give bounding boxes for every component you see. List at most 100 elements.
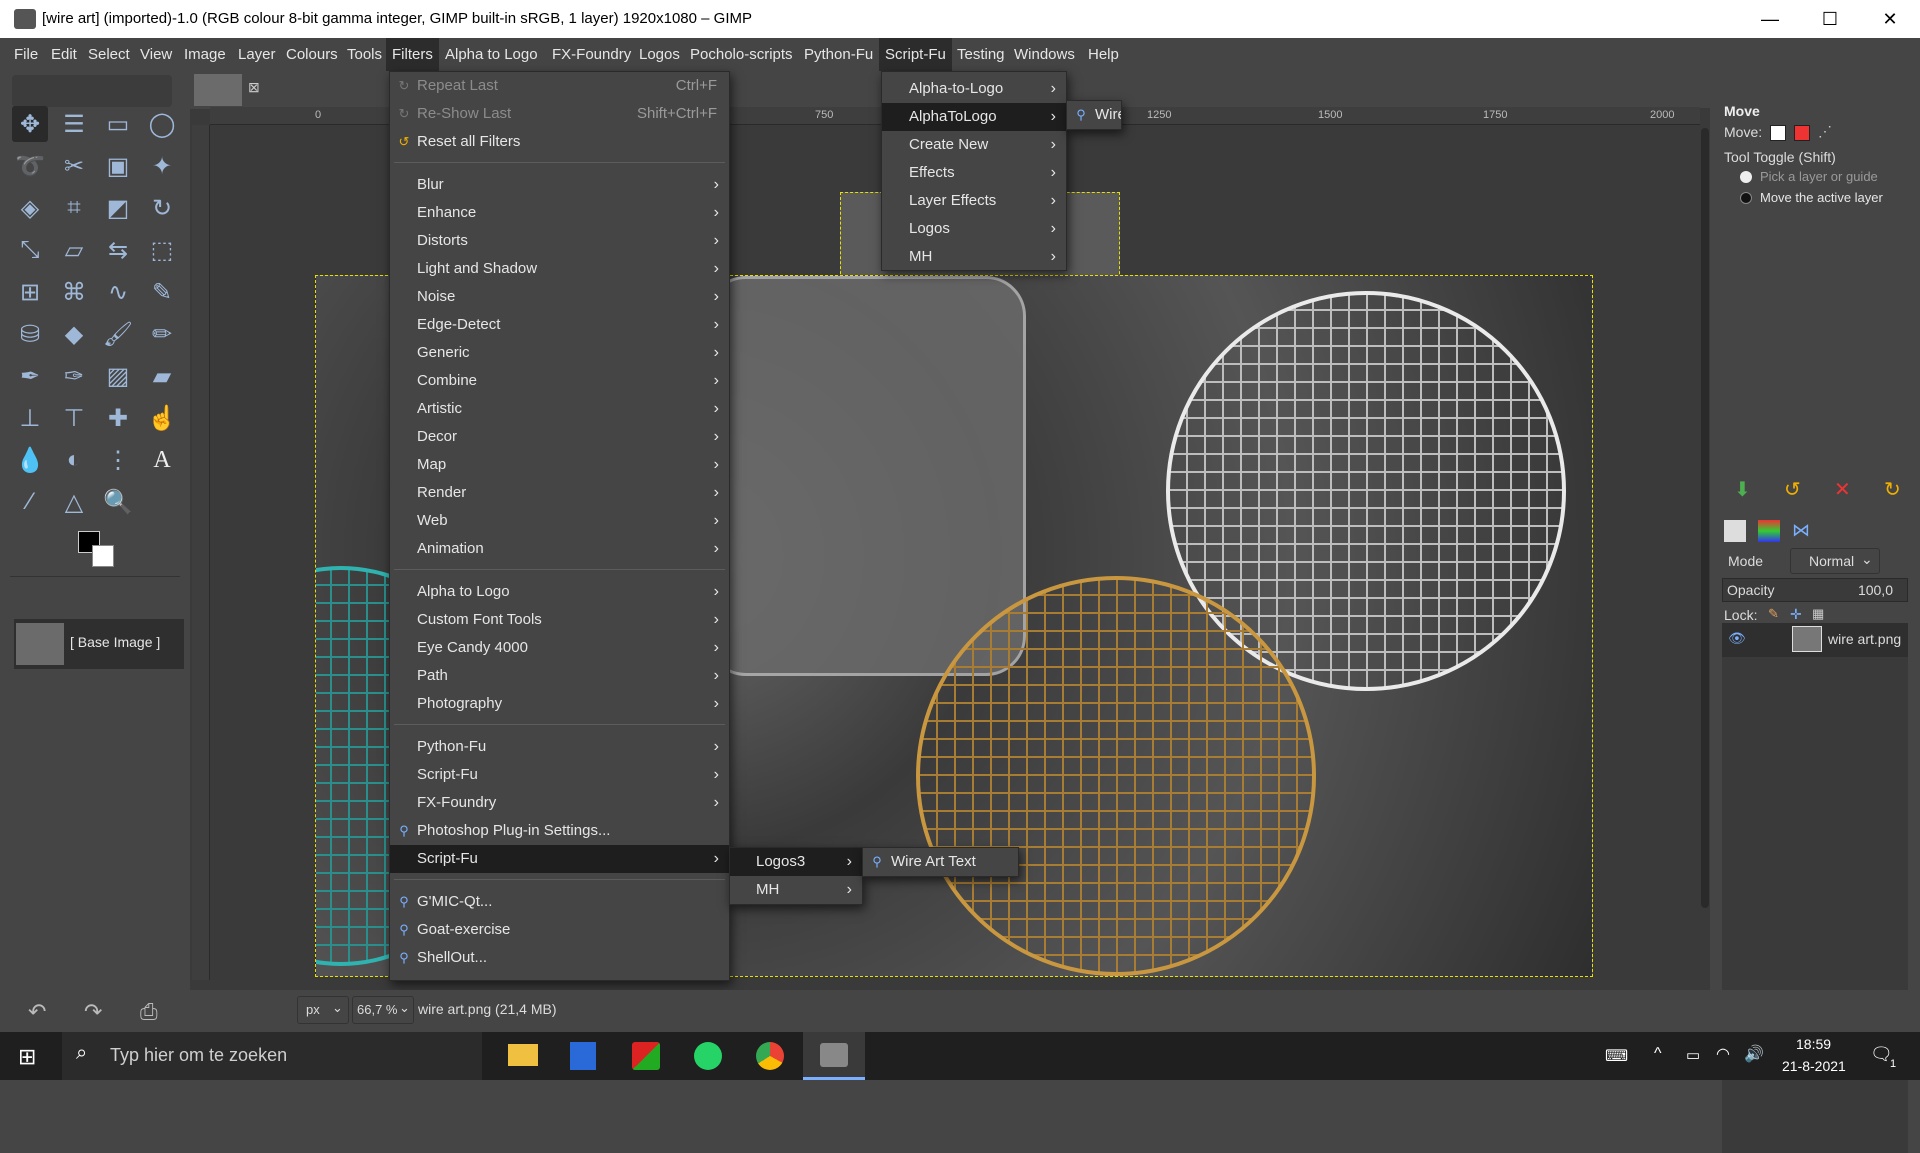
fuzzy-select-icon[interactable]: ✦ xyxy=(144,148,180,184)
blur-sharpen-icon[interactable]: 💧 xyxy=(12,442,48,478)
gradient-icon[interactable]: ◆ xyxy=(56,316,92,352)
vertical-scrollbar[interactable] xyxy=(1700,108,1710,983)
reshow-last-item[interactable]: ↻ Re-Show Last Shift+Ctrl+F xyxy=(390,100,729,128)
lock-pixels-icon[interactable]: ✎ xyxy=(1768,606,1779,622)
alpha-to-logo-item[interactable]: Alpha to Logo › xyxy=(390,578,729,606)
undo-icon[interactable]: ↶ xyxy=(28,999,46,1025)
menu-windows[interactable]: Windows xyxy=(1008,38,1081,71)
reset-all-filters-item[interactable]: ↺ Reset all Filters xyxy=(390,128,729,156)
eye-candy-item[interactable]: Eye Candy 4000 › xyxy=(390,634,729,662)
move-selection-icon[interactable] xyxy=(1794,125,1810,141)
move-path-icon[interactable]: ⋰ xyxy=(1818,123,1832,140)
minimize-button[interactable]: — xyxy=(1740,0,1800,38)
paths-tab-icon[interactable]: ⋈ xyxy=(1792,520,1810,541)
menu-filters[interactable]: Filters xyxy=(386,38,439,71)
move-active-option[interactable]: Move the active layer xyxy=(1760,190,1883,205)
zoom-dropdown[interactable]: 66,7 % ⌄ xyxy=(352,996,414,1024)
lock-alpha-icon[interactable]: ▦ xyxy=(1812,606,1824,622)
menu-fx-foundry[interactable]: FX-Foundry xyxy=(546,38,637,71)
script-fu-item[interactable]: Script-Fu › xyxy=(390,761,729,789)
ink-icon[interactable]: ✑ xyxy=(56,358,92,394)
print-icon[interactable]: ⎙ xyxy=(140,999,158,1025)
cage-icon[interactable]: ⊞ xyxy=(12,274,48,310)
eraser-icon[interactable]: ▰ xyxy=(144,358,180,394)
whatsapp-icon[interactable] xyxy=(694,1042,722,1070)
mypaint-brush-icon[interactable]: ▨ xyxy=(100,358,136,394)
dodge-burn-icon[interactable]: ◐ xyxy=(56,442,92,478)
radio-move-active[interactable] xyxy=(1740,192,1752,204)
menu-view[interactable]: View xyxy=(134,38,178,71)
smudge-icon[interactable]: ☝ xyxy=(144,400,180,436)
airbrush-icon[interactable]: ✒ xyxy=(12,358,48,394)
menu-edit[interactable]: Edit xyxy=(45,38,83,71)
enhance-item[interactable]: Enhance › xyxy=(390,199,729,227)
pick-layer-option[interactable]: Pick a layer or guide xyxy=(1760,169,1878,184)
chevron-up-icon[interactable]: ^ xyxy=(1654,1045,1662,1063)
clone-icon[interactable]: ⊥ xyxy=(12,400,48,436)
layer-row[interactable]: 👁 wire art.png xyxy=(1722,623,1908,657)
wifi-icon[interactable]: ◠ xyxy=(1716,1044,1730,1064)
save-options-icon[interactable]: ⬇ xyxy=(1734,477,1751,502)
create-new-menu-item[interactable]: Create New › xyxy=(882,131,1066,159)
menu-logos[interactable]: Logos xyxy=(633,38,686,71)
fx-foundry-item[interactable]: FX-Foundry › xyxy=(390,789,729,817)
chrome-icon[interactable] xyxy=(756,1042,784,1070)
mh-menu-item[interactable]: MH › xyxy=(882,243,1066,271)
close-button[interactable]: ✕ xyxy=(1860,0,1920,38)
maximize-button[interactable]: ☐ xyxy=(1800,0,1860,38)
wire-item[interactable]: ⚲ Wire xyxy=(1067,101,1121,129)
flip-icon[interactable]: ⇆ xyxy=(100,232,136,268)
gmic-qt-item[interactable]: ⚲ G'MIC-Qt... xyxy=(390,888,729,916)
delete-options-icon[interactable]: ✕ xyxy=(1834,477,1851,502)
perspective-icon[interactable]: ⬚ xyxy=(144,232,180,268)
shear-icon[interactable]: ▱ xyxy=(56,232,92,268)
noise-item[interactable]: Noise › xyxy=(390,283,729,311)
move-layer-icon[interactable] xyxy=(1770,125,1786,141)
decor-item[interactable]: Decor › xyxy=(390,423,729,451)
alphatologo-menu-item[interactable]: AlphaToLogo › xyxy=(882,103,1066,131)
wire-art-text-item[interactable]: ⚲ Wire Art Text xyxy=(863,848,1018,876)
heal-icon[interactable]: ✚ xyxy=(100,400,136,436)
zoom-icon[interactable]: 🔍 xyxy=(100,484,136,520)
rect-select-icon[interactable]: ▭ xyxy=(100,106,136,142)
text-tool-icon[interactable]: A xyxy=(144,442,180,478)
perspective-clone-icon[interactable]: ⊤ xyxy=(56,400,92,436)
effects-menu-item[interactable]: Effects › xyxy=(882,159,1066,187)
menu-script-fu[interactable]: Script-Fu xyxy=(879,38,952,71)
alpha-to-logo-menu-item[interactable]: Alpha-to-Logo › xyxy=(882,75,1066,103)
align-tool-icon[interactable]: ☰ xyxy=(56,106,92,142)
lock-position-icon[interactable]: ✛ xyxy=(1790,606,1802,623)
unit-dropdown[interactable]: px ⌄ xyxy=(297,996,349,1024)
channels-tab-icon[interactable] xyxy=(1758,520,1780,542)
mode-dropdown[interactable]: Normal ⌄ xyxy=(1790,548,1880,574)
layer-name[interactable]: wire art.png xyxy=(1828,631,1901,647)
file-explorer-icon[interactable] xyxy=(508,1044,538,1066)
measure-icon[interactable]: ⋮ xyxy=(100,442,136,478)
repeat-last-item[interactable]: ↻ Repeat Last Ctrl+F xyxy=(390,72,729,100)
redo-icon[interactable]: ↷ xyxy=(84,999,102,1025)
path-item[interactable]: Path › xyxy=(390,662,729,690)
artistic-item[interactable]: Artistic › xyxy=(390,395,729,423)
menu-colours[interactable]: Colours xyxy=(280,38,344,71)
paintbrush-icon[interactable]: 🖌 xyxy=(100,316,136,352)
layers-tab-icon[interactable] xyxy=(1724,520,1746,542)
distorts-item[interactable]: Distorts › xyxy=(390,227,729,255)
shellout-item[interactable]: ⚲ ShellOut... xyxy=(390,944,729,972)
combine-item[interactable]: Combine › xyxy=(390,367,729,395)
menu-alpha-to-logo[interactable]: Alpha to Logo xyxy=(439,38,544,71)
clock-date[interactable]: 21-8-2021 xyxy=(1782,1058,1846,1074)
menu-select[interactable]: Select xyxy=(82,38,136,71)
menu-pocholo-scripts[interactable]: Pocholo-scripts xyxy=(684,38,799,71)
python-fu-item[interactable]: Python-Fu › xyxy=(390,733,729,761)
scissors-icon[interactable]: ✂ xyxy=(56,148,92,184)
battery-icon[interactable]: ▭ xyxy=(1686,1046,1700,1064)
volume-icon[interactable]: 🔊 xyxy=(1744,1044,1764,1064)
pencil-icon[interactable]: ✏ xyxy=(144,316,180,352)
scrollbar-thumb[interactable] xyxy=(1701,128,1709,908)
reset-options-icon[interactable]: ↻ xyxy=(1884,477,1901,502)
visibility-eye-icon[interactable]: 👁 xyxy=(1728,630,1746,647)
clock-time[interactable]: 18:59 xyxy=(1796,1036,1831,1052)
color-picker-icon[interactable]: ⁄ xyxy=(12,484,48,520)
foreground-select-icon[interactable]: ▣ xyxy=(100,148,136,184)
warp-icon[interactable]: ∿ xyxy=(100,274,136,310)
